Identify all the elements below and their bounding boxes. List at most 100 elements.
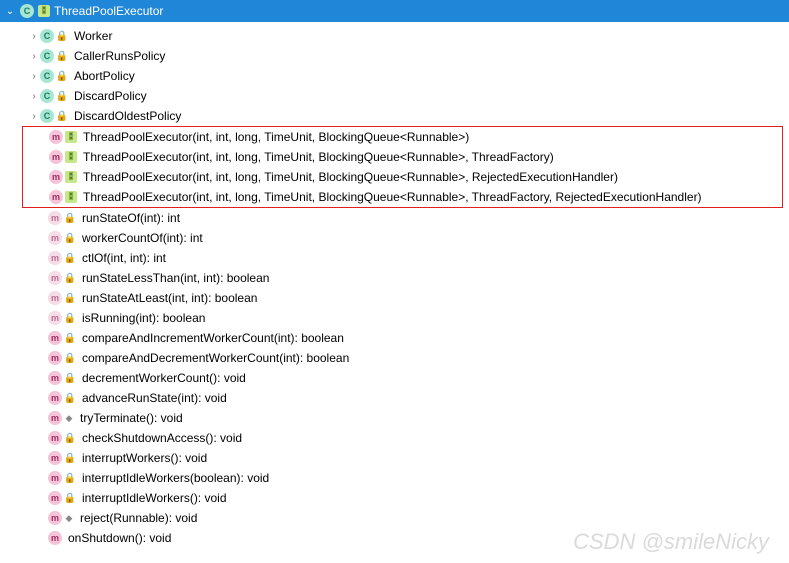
constructor-row[interactable]: m⁑ ThreadPoolExecutor(int, int, long, Tim… — [23, 127, 782, 147]
inner-class-row[interactable]: ›C🔒DiscardOldestPolicy — [4, 106, 789, 126]
method-row[interactable]: m🔒ctlOf(int, int): int — [4, 248, 789, 268]
static-icon: ⁑ — [65, 131, 77, 143]
constructor-label: ThreadPoolExecutor(int, int, long, TimeU… — [83, 150, 554, 164]
method-label: workerCountOf(int): int — [82, 231, 203, 245]
expand-arrow-icon[interactable]: › — [28, 71, 40, 82]
lock-icon: 🔒 — [64, 452, 76, 464]
lock-icon: 🔒 — [64, 372, 76, 384]
method-label: interruptIdleWorkers(): void — [82, 491, 227, 505]
method-icon: m — [48, 491, 62, 505]
static-icon: ⁑ — [65, 191, 77, 203]
lock-icon: 🔒 — [56, 50, 68, 62]
static-final-icon: ⁑ — [38, 5, 50, 17]
expand-arrow-icon[interactable]: › — [28, 111, 40, 122]
constructor-label: ThreadPoolExecutor(int, int, long, TimeU… — [83, 130, 469, 144]
method-row[interactable]: m🔒compareAndIncrementWorkerCount(int): b… — [4, 328, 789, 348]
lock-icon: 🔒 — [64, 432, 76, 444]
method-row[interactable]: m🔒advanceRunState(int): void — [4, 388, 789, 408]
method-row[interactable]: m🔒isRunning(int): boolean — [4, 308, 789, 328]
class-title: ThreadPoolExecutor — [54, 4, 163, 18]
method-icon: m — [48, 331, 62, 345]
method-icon: m — [49, 190, 63, 204]
lock-icon: 🔒 — [56, 70, 68, 82]
class-icon: C — [40, 49, 54, 63]
method-row[interactable]: m🔒 interruptWorkers(): void — [4, 448, 789, 468]
method-icon: m — [48, 231, 62, 245]
method-label: interruptWorkers(): void — [82, 451, 207, 465]
expand-arrow-icon[interactable]: › — [28, 51, 40, 62]
method-icon: m — [49, 130, 63, 144]
method-row[interactable]: m🔒 runStateOf(int): int — [4, 208, 789, 228]
expand-arrow-icon[interactable]: ⌄ — [4, 6, 16, 17]
inner-class-row[interactable]: ›C🔒CallerRunsPolicy — [4, 46, 789, 66]
inner-class-row[interactable]: ›C🔒 AbortPolicy — [4, 66, 789, 86]
method-label: decrementWorkerCount(): void — [82, 371, 246, 385]
method-icon: m — [49, 150, 63, 164]
final-icon: ◆ — [64, 513, 74, 523]
method-label: compareAndDecrementWorkerCount(int): boo… — [82, 351, 349, 365]
constructor-row[interactable]: m⁑ ThreadPoolExecutor(int, int, long, Tim… — [23, 147, 782, 167]
method-row[interactable]: m🔒 compareAndDecrementWorkerCount(int): b… — [4, 348, 789, 368]
method-icon: m — [48, 371, 62, 385]
class-label: Worker — [74, 29, 112, 43]
constructor-row[interactable]: m⁑ ThreadPoolExecutor(int, int, long, Tim… — [23, 187, 782, 207]
method-label: tryTerminate(): void — [80, 411, 183, 425]
lock-icon: 🔒 — [64, 352, 76, 364]
method-icon: m — [48, 351, 62, 365]
lock-icon: 🔒 — [64, 312, 76, 324]
method-label: runStateLessThan(int, int): boolean — [82, 271, 269, 285]
method-row[interactable]: m◆reject(Runnable): void — [4, 508, 789, 528]
method-icon: m — [49, 170, 63, 184]
inner-class-row[interactable]: ›C🔒DiscardPolicy — [4, 86, 789, 106]
method-row[interactable]: m🔒 decrementWorkerCount(): void — [4, 368, 789, 388]
constructor-label: ThreadPoolExecutor(int, int, long, TimeU… — [83, 190, 702, 204]
method-row[interactable]: m🔒 runStateLessThan(int, int): boolean — [4, 268, 789, 288]
method-label: compareAndIncrementWorkerCount(int): boo… — [82, 331, 344, 345]
method-row[interactable]: m🔒interruptIdleWorkers(boolean): void — [4, 468, 789, 488]
lock-icon: 🔒 — [64, 492, 76, 504]
method-icon: m — [48, 531, 62, 545]
method-row[interactable]: m◆ tryTerminate(): void — [4, 408, 789, 428]
lock-icon: 🔒 — [64, 392, 76, 404]
expand-arrow-icon[interactable]: › — [28, 91, 40, 102]
method-icon: m — [48, 311, 62, 325]
class-label: AbortPolicy — [74, 69, 135, 83]
final-icon: ◆ — [64, 413, 74, 423]
method-row[interactable]: m onShutdown(): void — [4, 528, 789, 548]
lock-icon: 🔒 — [64, 252, 76, 264]
static-icon: ⁑ — [65, 151, 77, 163]
method-row[interactable]: m🔒runStateAtLeast(int, int): boolean — [4, 288, 789, 308]
lock-icon: 🔒 — [64, 232, 76, 244]
class-label: DiscardPolicy — [74, 89, 147, 103]
method-icon: m — [48, 471, 62, 485]
lock-icon: 🔒 — [64, 212, 76, 224]
structure-tree: ›C🔒Worker›C🔒CallerRunsPolicy›C🔒AbortPoli… — [0, 22, 789, 552]
method-label: ctlOf(int, int): int — [82, 251, 166, 265]
class-icon: C — [40, 29, 54, 43]
method-label: onShutdown(): void — [68, 531, 171, 545]
method-row[interactable]: m🔒checkShutdownAccess(): void — [4, 428, 789, 448]
method-icon: m — [48, 211, 62, 225]
class-icon: C — [20, 4, 34, 18]
class-icon: C — [40, 109, 54, 123]
expand-arrow-icon[interactable]: › — [28, 31, 40, 42]
constructor-row[interactable]: m⁑ThreadPoolExecutor(int, int, long, Tim… — [23, 167, 782, 187]
method-row[interactable]: m🔒 workerCountOf(int): int — [4, 228, 789, 248]
method-icon: m — [48, 511, 62, 525]
tree-header[interactable]: ⌄ C ⁑ ThreadPoolExecutor — [0, 0, 789, 22]
lock-icon: 🔒 — [56, 90, 68, 102]
lock-icon: 🔒 — [64, 272, 76, 284]
method-label: runStateOf(int): int — [82, 211, 180, 225]
method-icon: m — [48, 411, 62, 425]
lock-icon: 🔒 — [64, 292, 76, 304]
method-row[interactable]: m🔒 interruptIdleWorkers(): void — [4, 488, 789, 508]
inner-class-row[interactable]: ›C🔒Worker — [4, 26, 789, 46]
method-icon: m — [48, 391, 62, 405]
class-icon: C — [40, 69, 54, 83]
method-icon: m — [48, 431, 62, 445]
method-icon: m — [48, 271, 62, 285]
method-icon: m — [48, 451, 62, 465]
method-icon: m — [48, 291, 62, 305]
static-icon: ⁑ — [65, 171, 77, 183]
lock-icon: 🔒 — [56, 110, 68, 122]
